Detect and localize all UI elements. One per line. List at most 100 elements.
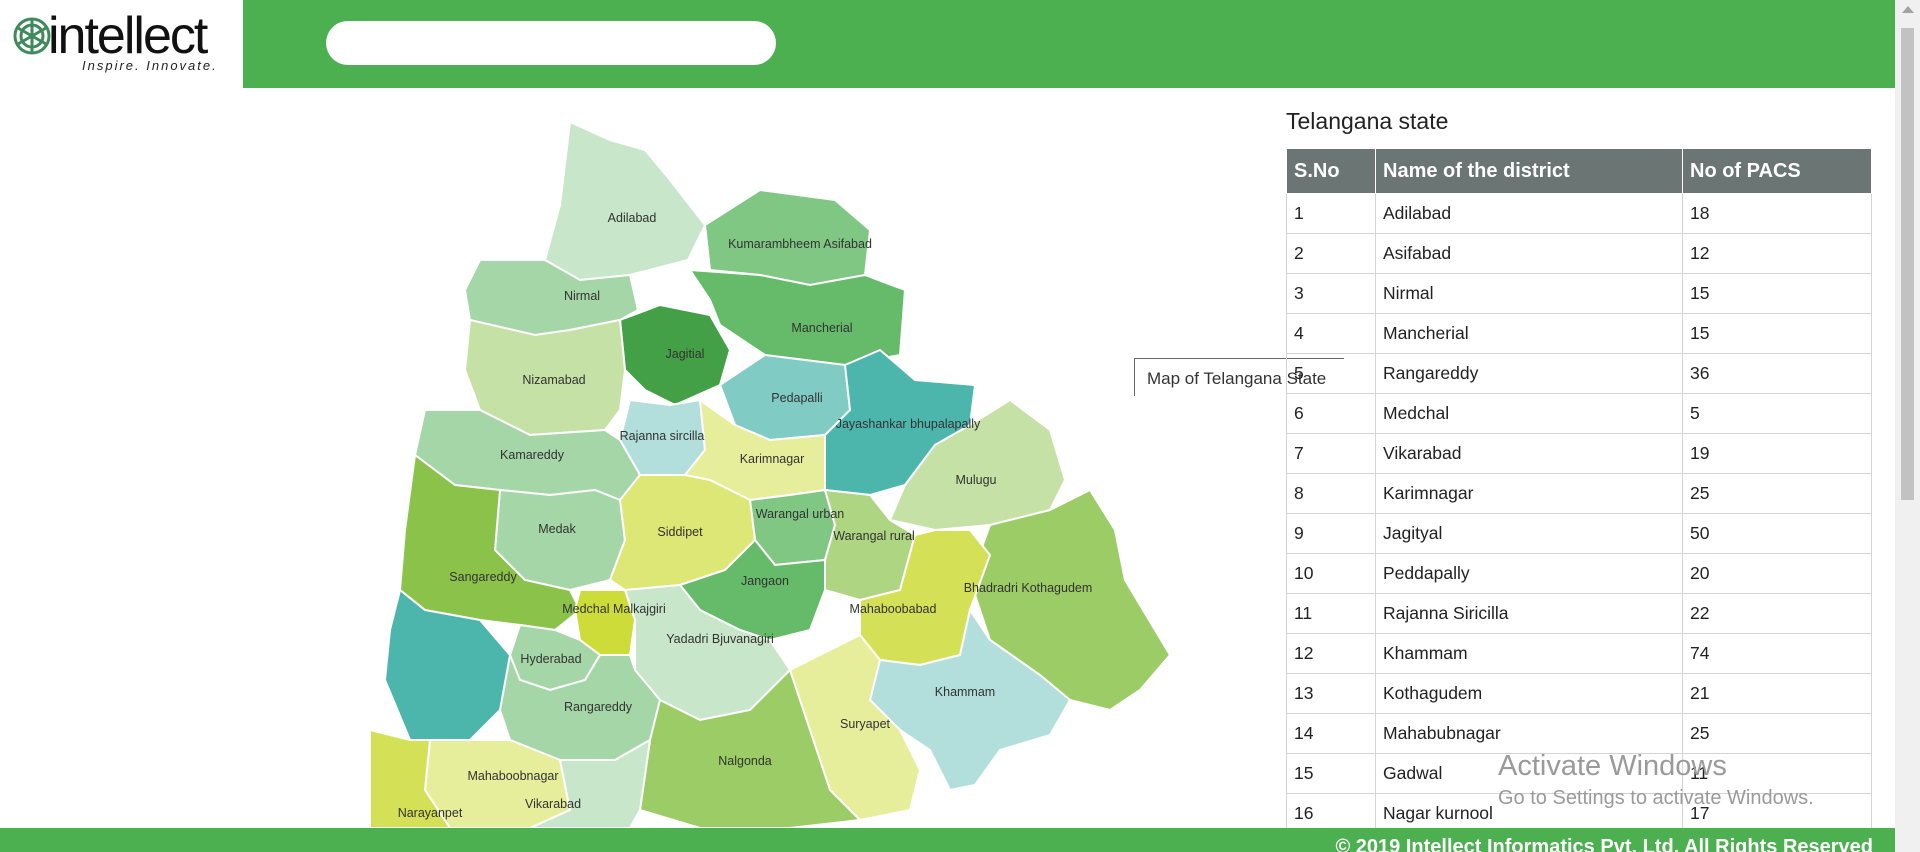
cell-district: Khammam — [1375, 633, 1683, 674]
scrollbar-thumb[interactable] — [1901, 28, 1914, 500]
logo[interactable]: intellect Inspire. Innovate. — [0, 0, 243, 88]
cell-sno: 8 — [1286, 473, 1376, 514]
map-label: Mancherial — [791, 321, 852, 335]
map-label: Nirmal — [564, 289, 600, 303]
cell-sno: 7 — [1286, 433, 1376, 474]
cell-pacs: 12 — [1682, 233, 1872, 274]
cell-sno: 15 — [1286, 753, 1376, 794]
table-row: 12 Khammam 74 — [1286, 633, 1872, 674]
logo-text: intellect — [48, 7, 208, 65]
cell-pacs: 22 — [1682, 593, 1872, 634]
table-row: 2 Asifabad 12 — [1286, 233, 1872, 274]
cell-district: Rajanna Siricilla — [1375, 593, 1683, 634]
cell-sno: 10 — [1286, 553, 1376, 594]
copyright-text: © 2019 Intellect Informatics Pvt. Ltd. A… — [1335, 836, 1873, 852]
cell-pacs: 15 — [1682, 273, 1872, 314]
cell-district: Karimnagar — [1375, 473, 1683, 514]
map-label: Vikarabad — [525, 797, 581, 811]
cell-sno: 5 — [1286, 353, 1376, 394]
cell-sno: 1 — [1286, 193, 1376, 234]
map-label: Mahaboobnagar — [467, 769, 558, 783]
cell-sno: 14 — [1286, 713, 1376, 754]
map-label: Pedapalli — [771, 391, 822, 405]
cell-sno: 11 — [1286, 593, 1376, 634]
map-label: Narayanpet — [398, 806, 463, 820]
cell-pacs: 74 — [1682, 633, 1872, 674]
search-input[interactable] — [326, 21, 776, 65]
map-label: Medchal Malkajgiri — [562, 602, 666, 616]
cell-pacs: 20 — [1682, 553, 1872, 594]
cell-district: Peddapally — [1375, 553, 1683, 594]
header-district[interactable]: Name of the district — [1375, 148, 1683, 194]
scroll-up-arrow-icon[interactable] — [1902, 6, 1914, 13]
watermark-title: Activate Windows — [1498, 750, 1727, 782]
footer: © 2019 Intellect Informatics Pvt. Ltd. A… — [0, 828, 1895, 852]
cell-pacs: 36 — [1682, 353, 1872, 394]
cell-sno: 9 — [1286, 513, 1376, 554]
activate-windows-watermark: Activate Windows Go to Settings to activ… — [1498, 750, 1814, 810]
watermark-subtitle: Go to Settings to activate Windows. — [1498, 787, 1814, 809]
cell-sno: 2 — [1286, 233, 1376, 274]
table-row: 10 Peddapally 20 — [1286, 553, 1872, 594]
map-label: Warangal rural — [833, 529, 915, 543]
cell-district: Nirmal — [1375, 273, 1683, 314]
cell-district: Medchal — [1375, 393, 1683, 434]
cell-district: Vikarabad — [1375, 433, 1683, 474]
map-label: Bhadradri Kothagudem — [964, 581, 1093, 595]
map-svg: Adilabad Kumarambheem Asifabad Nirmal Ma… — [369, 120, 1172, 829]
table-row: 1 Adilabad 18 — [1286, 193, 1872, 234]
district-adilabad[interactable] — [543, 120, 707, 282]
cell-sno: 6 — [1286, 393, 1376, 434]
table-row: 9 Jagityal 50 — [1286, 513, 1872, 554]
map-label: Jagitial — [666, 347, 705, 361]
table-row: 5 Rangareddy 36 — [1286, 353, 1872, 394]
map-label: Suryapet — [840, 717, 891, 731]
vertical-scrollbar[interactable] — [1895, 0, 1920, 852]
cell-district: Asifabad — [1375, 233, 1683, 274]
header-pacs[interactable]: No of PACS — [1682, 148, 1872, 194]
table-header-row: S.No Name of the district No of PACS — [1286, 148, 1872, 194]
header-sno[interactable]: S.No — [1286, 148, 1376, 194]
map-label: Kamareddy — [500, 448, 565, 462]
map-label: Kumarambheem Asifabad — [728, 237, 872, 251]
state-title: Telangana state — [1286, 108, 1449, 134]
map-label: Yadadri Bjuvanagiri — [666, 632, 773, 646]
map-label: Rangareddy — [564, 700, 633, 714]
map-label: Mulugu — [956, 473, 997, 487]
logo-tagline: Inspire. Innovate. — [82, 58, 218, 73]
table-row: 13 Kothagudem 21 — [1286, 673, 1872, 714]
cell-pacs: 5 — [1682, 393, 1872, 434]
map-label: Karimnagar — [740, 452, 805, 466]
map-label: Adilabad — [608, 211, 657, 225]
map-label: Nizamabad — [522, 373, 585, 387]
cell-sno: 4 — [1286, 313, 1376, 354]
telangana-map: Adilabad Kumarambheem Asifabad Nirmal Ma… — [369, 110, 1190, 830]
map-label: Hyderabad — [520, 652, 581, 666]
cell-district: Jagityal — [1375, 513, 1683, 554]
table-row: 4 Mancherial 15 — [1286, 313, 1872, 354]
table-row: 14 Mahabubnagar 25 — [1286, 713, 1872, 754]
cell-pacs: 50 — [1682, 513, 1872, 554]
map-label: Medak — [538, 522, 576, 536]
cell-district: Kothagudem — [1375, 673, 1683, 714]
map-label: Mahaboobabad — [850, 602, 937, 616]
map-label: Warangal urban — [756, 507, 845, 521]
cell-district: Rangareddy — [1375, 353, 1683, 394]
table-row: 6 Medchal 5 — [1286, 393, 1872, 434]
table-row: 3 Nirmal 15 — [1286, 273, 1872, 314]
cell-district: Mahabubnagar — [1375, 713, 1683, 754]
map-label: Jayashankar bhupalapally — [836, 417, 981, 431]
cell-district: Adilabad — [1375, 193, 1683, 234]
table-row: 7 Vikarabad 19 — [1286, 433, 1872, 474]
map-label: Jangaon — [741, 574, 789, 588]
map-label: Rajanna sircilla — [620, 429, 705, 443]
map-label: Nalgonda — [718, 754, 772, 768]
cell-sno: 3 — [1286, 273, 1376, 314]
cell-sno: 16 — [1286, 793, 1376, 828]
top-header: intellect Inspire. Innovate. — [0, 0, 1895, 88]
map-label: Siddipet — [657, 525, 703, 539]
cell-sno: 12 — [1286, 633, 1376, 674]
cell-pacs: 19 — [1682, 433, 1872, 474]
cell-pacs: 25 — [1682, 473, 1872, 514]
table-row: 11 Rajanna Siricilla 22 — [1286, 593, 1872, 634]
